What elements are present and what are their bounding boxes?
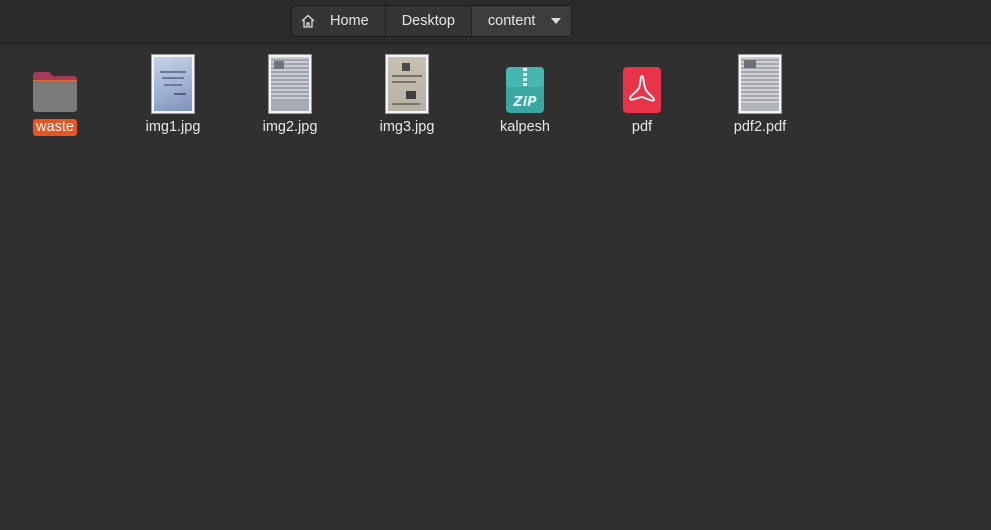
file-item-pdf[interactable]: pdf — [592, 50, 692, 136]
zip-icon-text: ZiP — [512, 95, 537, 110]
image-thumbnail-icon — [268, 54, 312, 114]
folder-icon — [33, 72, 77, 112]
file-item-img3[interactable]: img3.jpg — [357, 50, 457, 136]
file-item-img2[interactable]: img2.jpg — [240, 50, 340, 136]
file-label: pdf — [631, 119, 653, 135]
breadcrumb-content[interactable]: content — [471, 6, 572, 36]
header-bar: Home Desktop content — [0, 0, 991, 44]
breadcrumb: Home Desktop content — [291, 5, 573, 37]
file-label: img1.jpg — [145, 119, 201, 135]
file-item-img1[interactable]: img1.jpg — [123, 50, 223, 136]
home-icon — [301, 14, 315, 28]
breadcrumb-content-label: content — [487, 13, 536, 29]
breadcrumb-desktop-label: Desktop — [401, 13, 455, 29]
file-item-pdf2[interactable]: pdf2.pdf — [710, 50, 810, 136]
file-label: kalpesh — [500, 119, 550, 135]
file-grid[interactable]: waste img1.jpg img2.jpg img3.jpg ZiP kal… — [0, 44, 991, 530]
chevron-down-icon[interactable] — [551, 18, 562, 24]
pdf-thumbnail-icon — [738, 54, 782, 114]
breadcrumb-home-label: Home — [330, 13, 369, 29]
file-label: waste — [33, 119, 77, 136]
file-item-waste[interactable]: waste — [5, 50, 105, 136]
breadcrumb-desktop[interactable]: Desktop — [386, 6, 472, 36]
image-thumbnail-icon — [151, 54, 195, 114]
breadcrumb-home[interactable]: Home — [292, 6, 386, 36]
file-label: pdf2.pdf — [733, 119, 787, 135]
pdf-document-icon — [623, 67, 661, 113]
file-label: img2.jpg — [262, 119, 318, 135]
file-item-kalpesh[interactable]: ZiP kalpesh — [475, 50, 575, 136]
image-thumbnail-icon — [385, 54, 429, 114]
file-label: img3.jpg — [379, 119, 435, 135]
zip-archive-icon: ZiP — [506, 67, 544, 113]
